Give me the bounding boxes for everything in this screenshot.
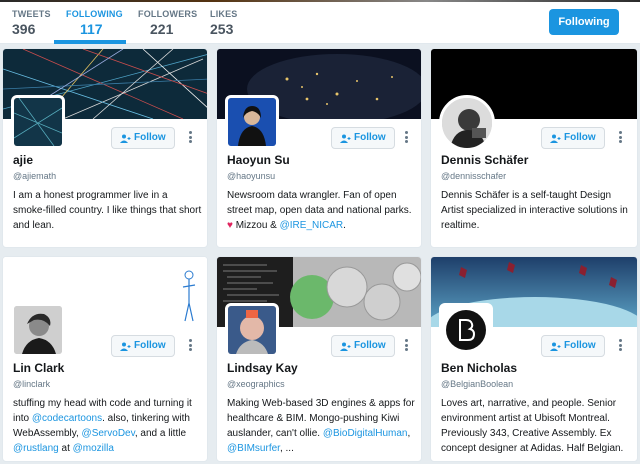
bio-link[interactable]: @BioDigitalHuman: [323, 428, 408, 439]
add-user-icon: [340, 342, 351, 351]
bio-text: Mizzou &: [232, 220, 280, 231]
bio-link[interactable]: @mozilla: [73, 443, 114, 454]
profile-nav-bar: TWEETS 396 FOLLOWING 117 FOLLOWERS 221 L…: [0, 0, 640, 44]
avatar[interactable]: [225, 95, 279, 149]
add-user-icon: [120, 342, 131, 351]
bio-link[interactable]: @codecartoons: [32, 413, 102, 424]
follow-label: Follow: [354, 340, 386, 351]
more-options-icon[interactable]: [189, 339, 193, 351]
user-card-lindsay-kay[interactable]: Follow Lindsay Kay @xeographics Making W…: [216, 256, 422, 462]
follow-button[interactable]: Follow: [111, 127, 175, 149]
user-card-ben-nicholas[interactable]: Follow Ben Nicholas @BelgianBoolean Love…: [430, 256, 638, 462]
user-bio: stuffing my head with code and turning i…: [13, 396, 203, 456]
follow-label: Follow: [564, 340, 596, 351]
stat-value: 253: [210, 21, 234, 37]
avatar[interactable]: [11, 95, 65, 149]
follow-label: Follow: [134, 132, 166, 143]
user-card-dennis-schafer[interactable]: Follow Dennis Schäfer @dennisschafer Den…: [430, 48, 638, 248]
stat-following[interactable]: FOLLOWING 117: [66, 9, 123, 37]
avatar[interactable]: [439, 95, 495, 151]
follow-button[interactable]: Follow: [331, 127, 395, 149]
bio-text: ,: [407, 428, 411, 439]
user-handle[interactable]: @haoyunsu: [227, 171, 275, 181]
stat-value: 396: [12, 21, 36, 37]
more-options-icon[interactable]: [405, 131, 409, 143]
avatar[interactable]: [11, 303, 65, 357]
user-handle[interactable]: @BelgianBoolean: [441, 379, 513, 389]
more-options-icon[interactable]: [189, 131, 193, 143]
bio-text: .: [343, 220, 346, 231]
stat-label: TWEETS: [12, 9, 51, 19]
follow-label: Follow: [354, 132, 386, 143]
follow-label: Follow: [564, 132, 596, 143]
display-name[interactable]: Lin Clark: [13, 361, 64, 375]
more-options-icon[interactable]: [619, 339, 623, 351]
user-bio: Newsroom data wrangler. Fan of open stre…: [227, 188, 417, 233]
add-user-icon: [550, 134, 561, 143]
bio-text: Newsroom data wrangler. Fan of open stre…: [227, 190, 412, 216]
add-user-icon: [340, 134, 351, 143]
stat-value: 221: [150, 21, 174, 37]
stat-value: 117: [80, 21, 103, 37]
user-handle[interactable]: @linclark: [13, 379, 50, 389]
stat-followers[interactable]: FOLLOWERS 221: [138, 9, 197, 37]
stat-label: LIKES: [210, 9, 238, 19]
following-button[interactable]: Following: [549, 9, 619, 35]
bio-link[interactable]: @rustlang: [13, 443, 59, 454]
bio-link[interactable]: @ServoDev: [82, 428, 135, 439]
user-bio: Dennis Schäfer is a self-taught Design A…: [441, 190, 628, 231]
user-handle[interactable]: @ajiemath: [13, 171, 56, 181]
stat-label: FOLLOWING: [66, 9, 123, 19]
user-bio: Loves art, narrative, and people. Senior…: [441, 398, 624, 454]
follow-label: Follow: [134, 340, 166, 351]
user-card-ajie[interactable]: Follow ajie @ajiemath I am a honest prog…: [2, 48, 208, 248]
stat-tweets[interactable]: TWEETS 396: [12, 9, 51, 37]
follow-button[interactable]: Follow: [331, 335, 395, 357]
user-card-haoyun-su[interactable]: Follow Haoyun Su @haoyunsu Newsroom data…: [216, 48, 422, 248]
user-card-lin-clark[interactable]: Follow Lin Clark @linclark stuffing my h…: [2, 256, 208, 462]
follow-button[interactable]: Follow: [541, 127, 605, 149]
active-tab-indicator: [54, 40, 126, 44]
stat-label: FOLLOWERS: [138, 9, 198, 19]
avatar-image: [442, 98, 492, 148]
more-options-icon[interactable]: [405, 339, 409, 351]
bio-text: at: [58, 443, 73, 454]
bio-text: , and a little: [134, 428, 187, 439]
avatar[interactable]: [439, 303, 493, 357]
display-name[interactable]: Haoyun Su: [227, 153, 290, 167]
bio-link[interactable]: @IRE_NICAR: [280, 220, 344, 231]
avatar-image: [14, 306, 62, 354]
more-options-icon[interactable]: [619, 131, 623, 143]
display-name[interactable]: Ben Nicholas: [441, 361, 517, 375]
user-bio: I am a honest programmer live in a smoke…: [13, 190, 202, 231]
follow-button[interactable]: Follow: [541, 335, 605, 357]
cover-strip: [0, 0, 640, 2]
user-bio: Making Web-based 3D engines & apps for h…: [227, 396, 417, 456]
add-user-icon: [120, 134, 131, 143]
display-name[interactable]: Lindsay Kay: [227, 361, 298, 375]
avatar-image: [228, 98, 276, 146]
user-handle[interactable]: @xeographics: [227, 379, 285, 389]
display-name[interactable]: ajie: [13, 153, 33, 167]
follow-button[interactable]: Follow: [111, 335, 175, 357]
avatar[interactable]: [225, 303, 279, 357]
bio-text: , ...: [279, 443, 294, 454]
user-handle[interactable]: @dennisschafer: [441, 171, 506, 181]
stat-likes[interactable]: LIKES 253: [210, 9, 238, 37]
avatar-image: [14, 98, 62, 146]
bio-link[interactable]: @BIMsurfer: [227, 443, 280, 454]
add-user-icon: [550, 342, 561, 351]
display-name[interactable]: Dennis Schäfer: [441, 153, 528, 167]
logo-icon: [442, 306, 490, 354]
avatar-image: [228, 306, 276, 354]
